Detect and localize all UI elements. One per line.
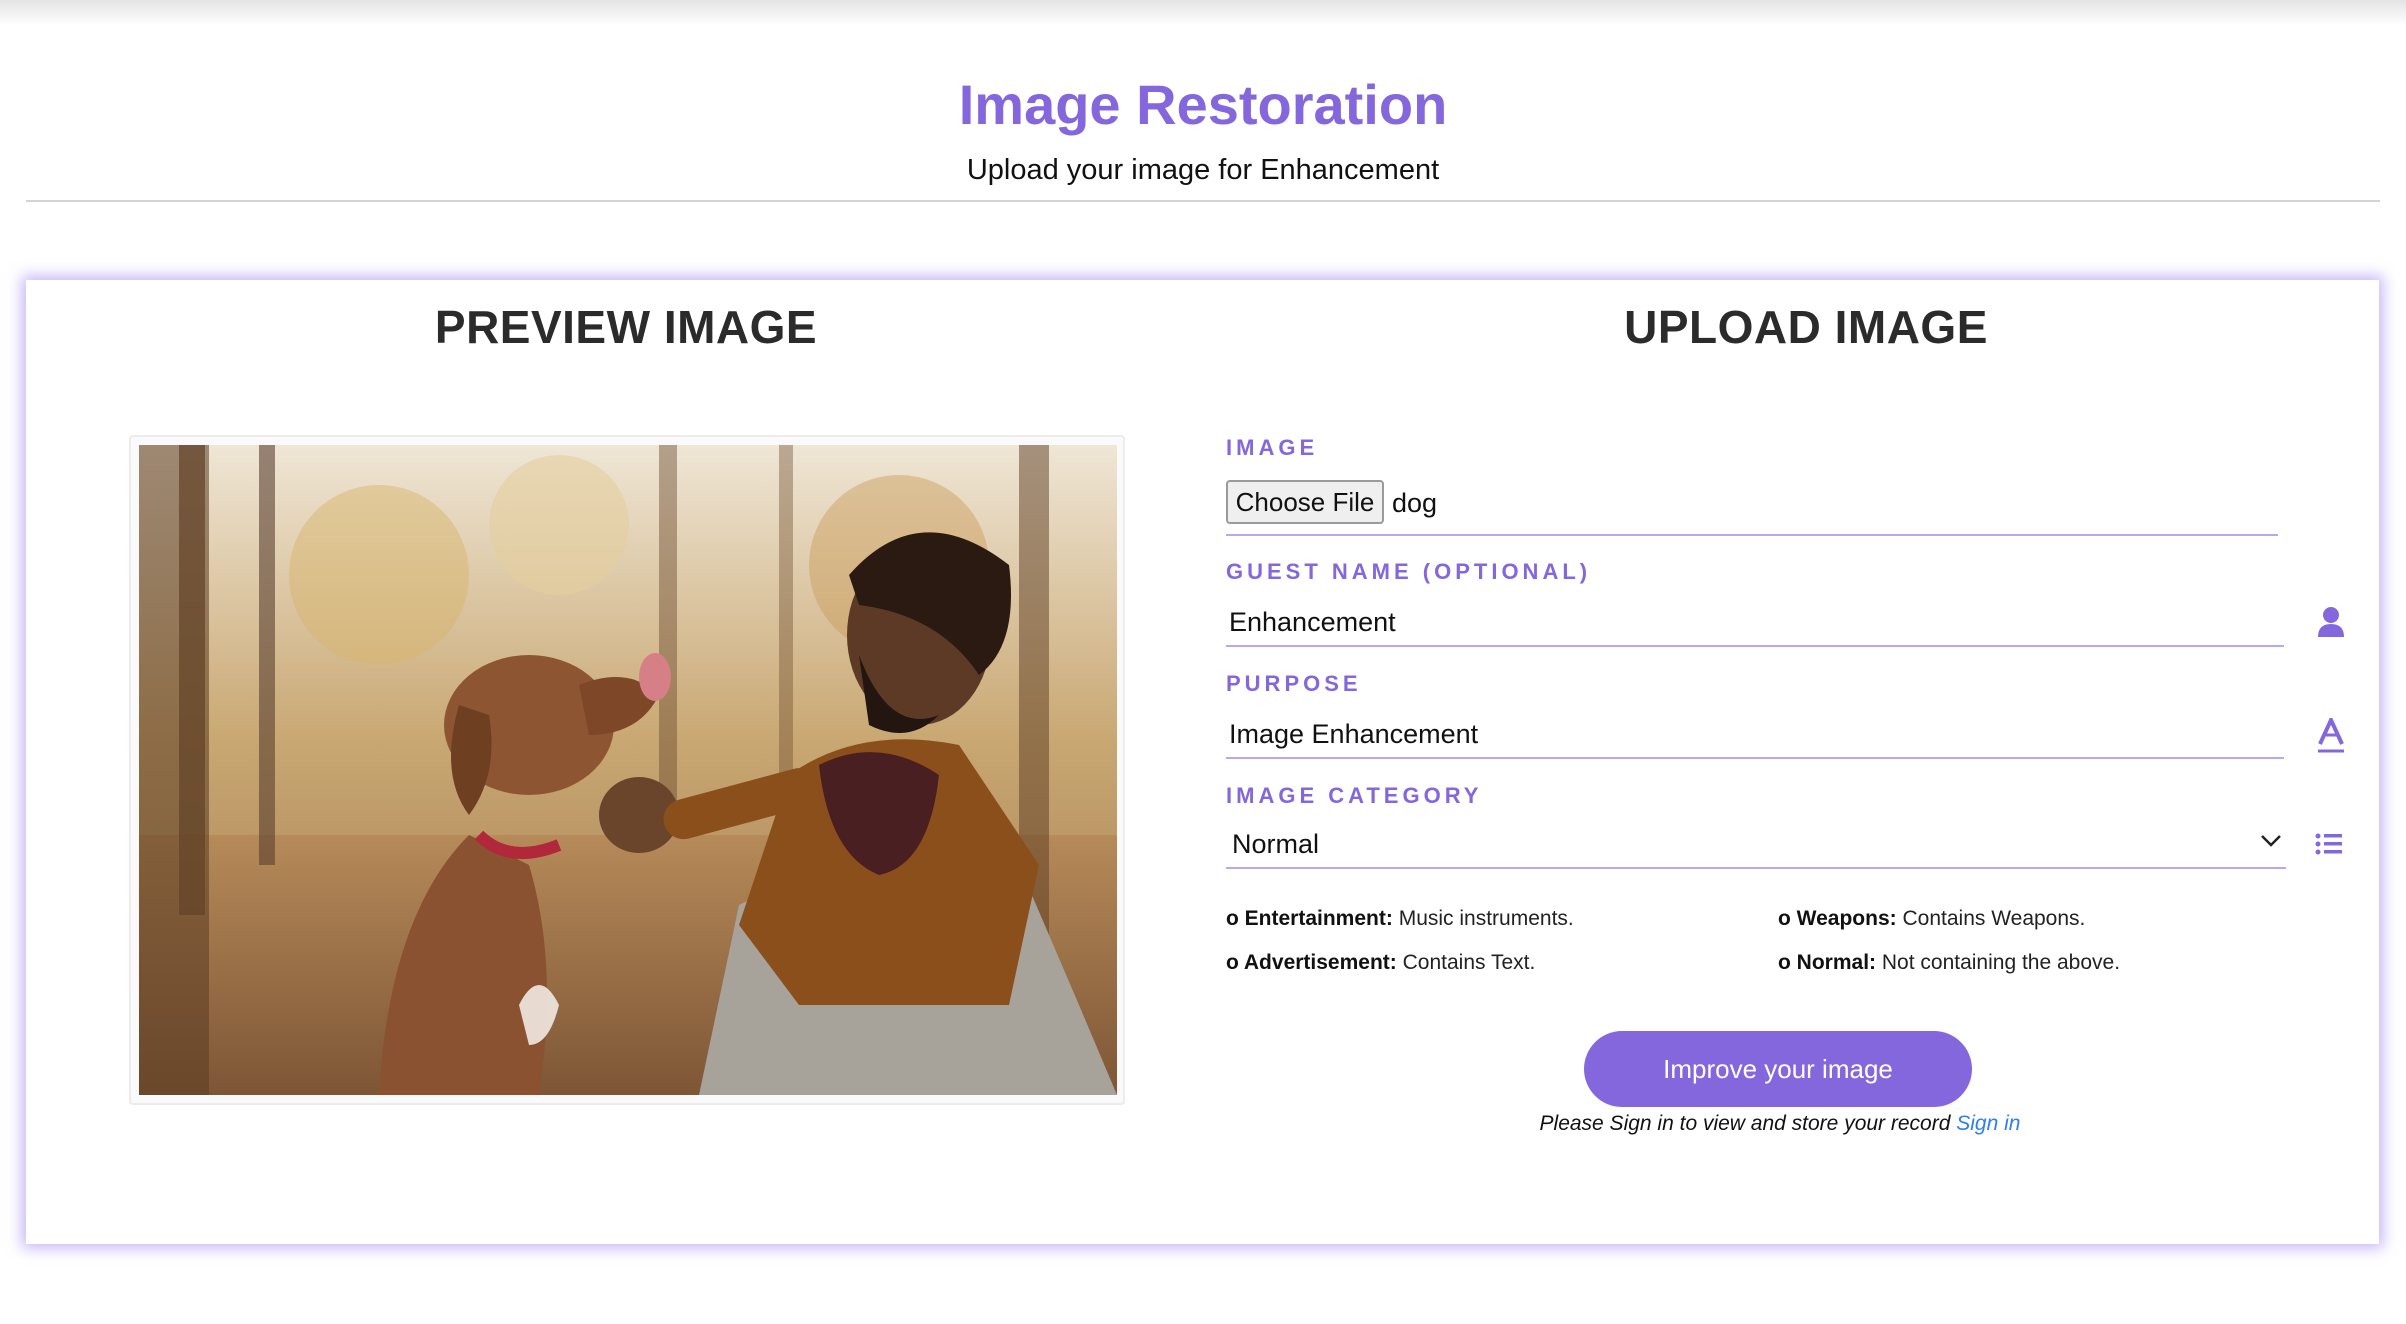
top-shadow [0,0,2406,26]
category-note-entertainment: o Entertainment: Music instruments. [1226,907,1574,930]
category-note-weapons: o Weapons: Contains Weapons. [1778,907,2086,930]
guest-name-input[interactable]: Enhancement [1226,599,2284,647]
image-field-label: IMAGE [1226,435,1319,460]
preview-image-frame [129,435,1125,1105]
font-icon [2318,718,2344,753]
restoration-card: PREVIEW IMAGE UPLOAD IMAGE IMAGE Choose … [26,280,2379,1244]
signin-text: Please Sign in to view and store your re… [1539,1112,1951,1135]
improve-image-button[interactable]: Improve your image [1584,1031,1972,1107]
image-category-select[interactable]: Normal [1226,823,2286,869]
signin-notice: Please Sign in to view and store your re… [1400,1112,2160,1136]
purpose-input[interactable]: Image Enhancement [1226,711,2284,759]
guest-name-label: GUEST NAME (OPTIONAL) [1226,559,1592,584]
page-title: Image Restoration [958,73,1448,136]
upload-heading: UPLOAD IMAGE [1624,301,1988,353]
preview-photo [139,445,1117,1095]
signin-link[interactable]: Sign in [1956,1112,2020,1135]
guest-name-value: Enhancement [1229,607,1396,637]
category-note-normal: o Normal: Not containing the above. [1778,951,2121,974]
preview-heading: PREVIEW IMAGE [434,301,818,353]
choose-file-button[interactable]: Choose File [1226,480,1384,524]
purpose-label: PURPOSE [1226,671,1362,696]
image-file-input[interactable]: Choose File dog [1226,480,2278,536]
page-subtitle: Upload your image for Enhancement [966,154,1440,186]
image-category-label: IMAGE CATEGORY [1226,783,1483,808]
list-icon [2315,833,2342,855]
purpose-value: Image Enhancement [1229,719,1479,749]
user-icon [2318,607,2344,637]
category-note-advertisement: o Advertisement: Contains Text. [1226,951,1536,974]
chevron-down-icon [2261,835,2281,847]
selected-file-name: dog [1392,488,1438,518]
image-category-value: Normal [1232,829,1320,859]
page-header: Image Restoration Upload your image for … [0,66,2406,187]
header-divider [26,200,2380,202]
